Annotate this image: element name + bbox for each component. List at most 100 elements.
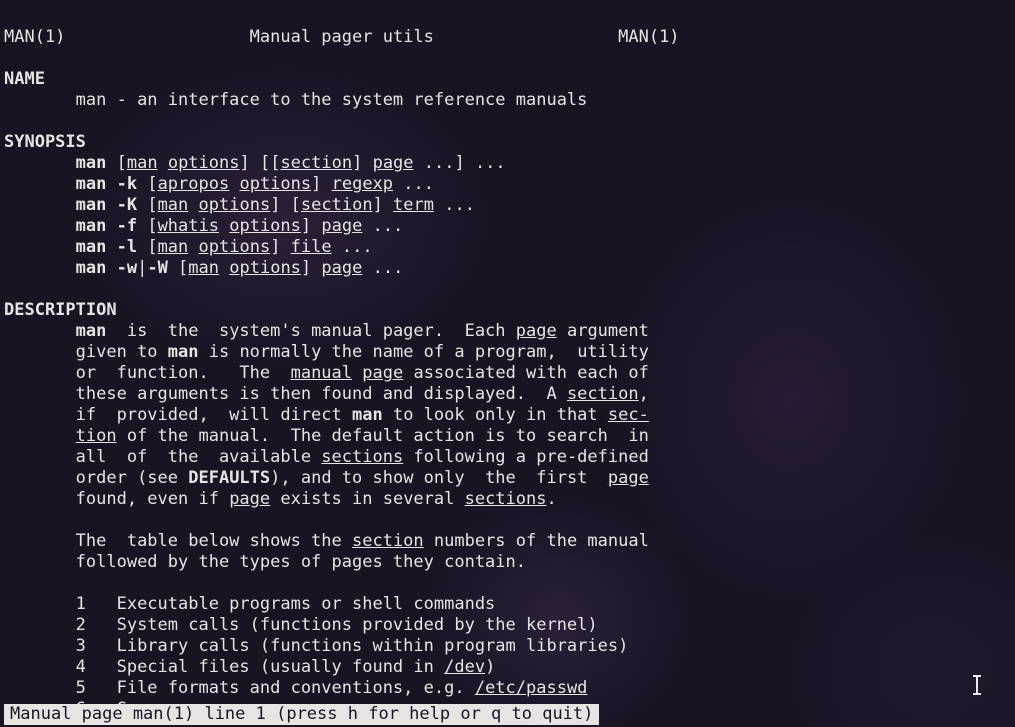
opt-whatis: whatis (158, 216, 219, 236)
txt: found, even if (76, 489, 230, 509)
syn-man-w: man -w (76, 258, 137, 278)
opt-man: man (158, 237, 189, 257)
txt: given to (76, 342, 168, 362)
txt: ), and to show only the first (270, 468, 608, 488)
txt: of the manual. The default action is to … (117, 426, 649, 446)
opt-options: options (199, 195, 271, 215)
opt-options: options (168, 153, 240, 173)
man-page-body[interactable]: MAN(1) Manual pager utils MAN(1) NAME ma… (0, 0, 1015, 720)
table-row: 3 Library calls (functions within progra… (76, 636, 629, 656)
txt: exists in several (270, 489, 464, 509)
table-row: 2 System calls (functions provided by th… (76, 615, 598, 635)
u-page: page (516, 321, 557, 341)
opt-file: file (291, 237, 332, 257)
opt-options: options (239, 174, 311, 194)
opt-apropos: apropos (158, 174, 230, 194)
txt: [ (168, 258, 188, 278)
opt-page: page (321, 258, 362, 278)
section-heading-name: NAME (4, 69, 45, 89)
syn-man: man (76, 153, 107, 173)
opt-options: options (229, 216, 301, 236)
u-dev: /dev (444, 657, 485, 677)
txt: or function. The (76, 363, 291, 383)
txt: these arguments is then found and displa… (76, 384, 567, 404)
name-line: man - an interface to the system referen… (76, 90, 588, 110)
section-heading-synopsis: SYNOPSIS (4, 132, 86, 152)
txt: ] (301, 216, 321, 236)
u-section: section (567, 384, 639, 404)
txt: [ (137, 216, 157, 236)
txt: | (137, 258, 147, 278)
txt: is normally the name of a program, utili… (199, 342, 649, 362)
header-center: Manual pager utils (250, 27, 434, 47)
u-page: page (608, 468, 649, 488)
txt: ] (270, 237, 290, 257)
table-row: 4 Special files (usually found in (76, 657, 444, 677)
opt-section: section (301, 195, 373, 215)
txt: ] [ (270, 195, 301, 215)
syn-man-K: man -K (76, 195, 137, 215)
opt-page: page (373, 153, 414, 173)
txt: [ (137, 174, 157, 194)
txt: associated with each of (403, 363, 649, 383)
syn-man-l: man -l (76, 237, 137, 257)
opt-man: man (127, 153, 158, 173)
txt: to look only in that (383, 405, 608, 425)
u-manual: manual (291, 363, 352, 383)
u-tion: tion (76, 426, 117, 446)
d-defaults: DEFAULTS (188, 468, 270, 488)
u-sections: sections (465, 489, 547, 509)
txt: ... (362, 216, 403, 236)
opt-man: man (158, 195, 189, 215)
u-etc-passwd: /etc/passwd (475, 678, 588, 698)
header-left: MAN(1) (4, 27, 65, 47)
pager-status-bar[interactable]: Manual page man(1) line 1 (press h for h… (4, 704, 599, 725)
opt-options: options (229, 258, 301, 278)
opt-man: man (188, 258, 219, 278)
txt: [ (106, 153, 126, 173)
syn-man-k: man -k (76, 174, 137, 194)
syn-man-f: man -f (76, 216, 137, 236)
txt: numbers of the manual (424, 531, 649, 551)
opt-page: page (321, 216, 362, 236)
txt: , (639, 384, 649, 404)
txt: ) (485, 657, 495, 677)
txt: ] (352, 153, 372, 173)
section-heading-description: DESCRIPTION (4, 300, 117, 320)
u-section: section (352, 531, 424, 551)
txt: ] (311, 174, 331, 194)
d-man: man (168, 342, 199, 362)
txt: ] (301, 258, 321, 278)
txt: followed by the types of pages they cont… (76, 552, 526, 572)
txt: all of the available (76, 447, 322, 467)
txt: [ (137, 237, 157, 257)
txt: ] [[ (239, 153, 280, 173)
u-sec: sec- (608, 405, 649, 425)
txt: ] (373, 195, 393, 215)
u-page: page (362, 363, 403, 383)
d-man: man (352, 405, 383, 425)
txt: following a pre-defined (403, 447, 649, 467)
txt: is the system's manual pager. Each (106, 321, 515, 341)
header-right: MAN(1) (618, 27, 679, 47)
txt: order (see (76, 468, 189, 488)
txt: ...] ... (414, 153, 506, 173)
txt: [ (137, 195, 157, 215)
u-sections: sections (321, 447, 403, 467)
txt: ... (362, 258, 403, 278)
u-page: page (229, 489, 270, 509)
opt-term: term (393, 195, 434, 215)
syn-dash-W: -W (147, 258, 167, 278)
txt: ... (332, 237, 373, 257)
opt-options: options (199, 237, 271, 257)
txt: argument (557, 321, 649, 341)
txt: ... (393, 174, 434, 194)
table-row: 5 File formats and conventions, e.g. (76, 678, 475, 698)
opt-regexp: regexp (332, 174, 393, 194)
txt: The table below shows the (76, 531, 352, 551)
opt-section: section (280, 153, 352, 173)
d-man: man (76, 321, 107, 341)
txt: ... (434, 195, 475, 215)
txt: if provided, will direct (76, 405, 352, 425)
txt: . (547, 489, 557, 509)
